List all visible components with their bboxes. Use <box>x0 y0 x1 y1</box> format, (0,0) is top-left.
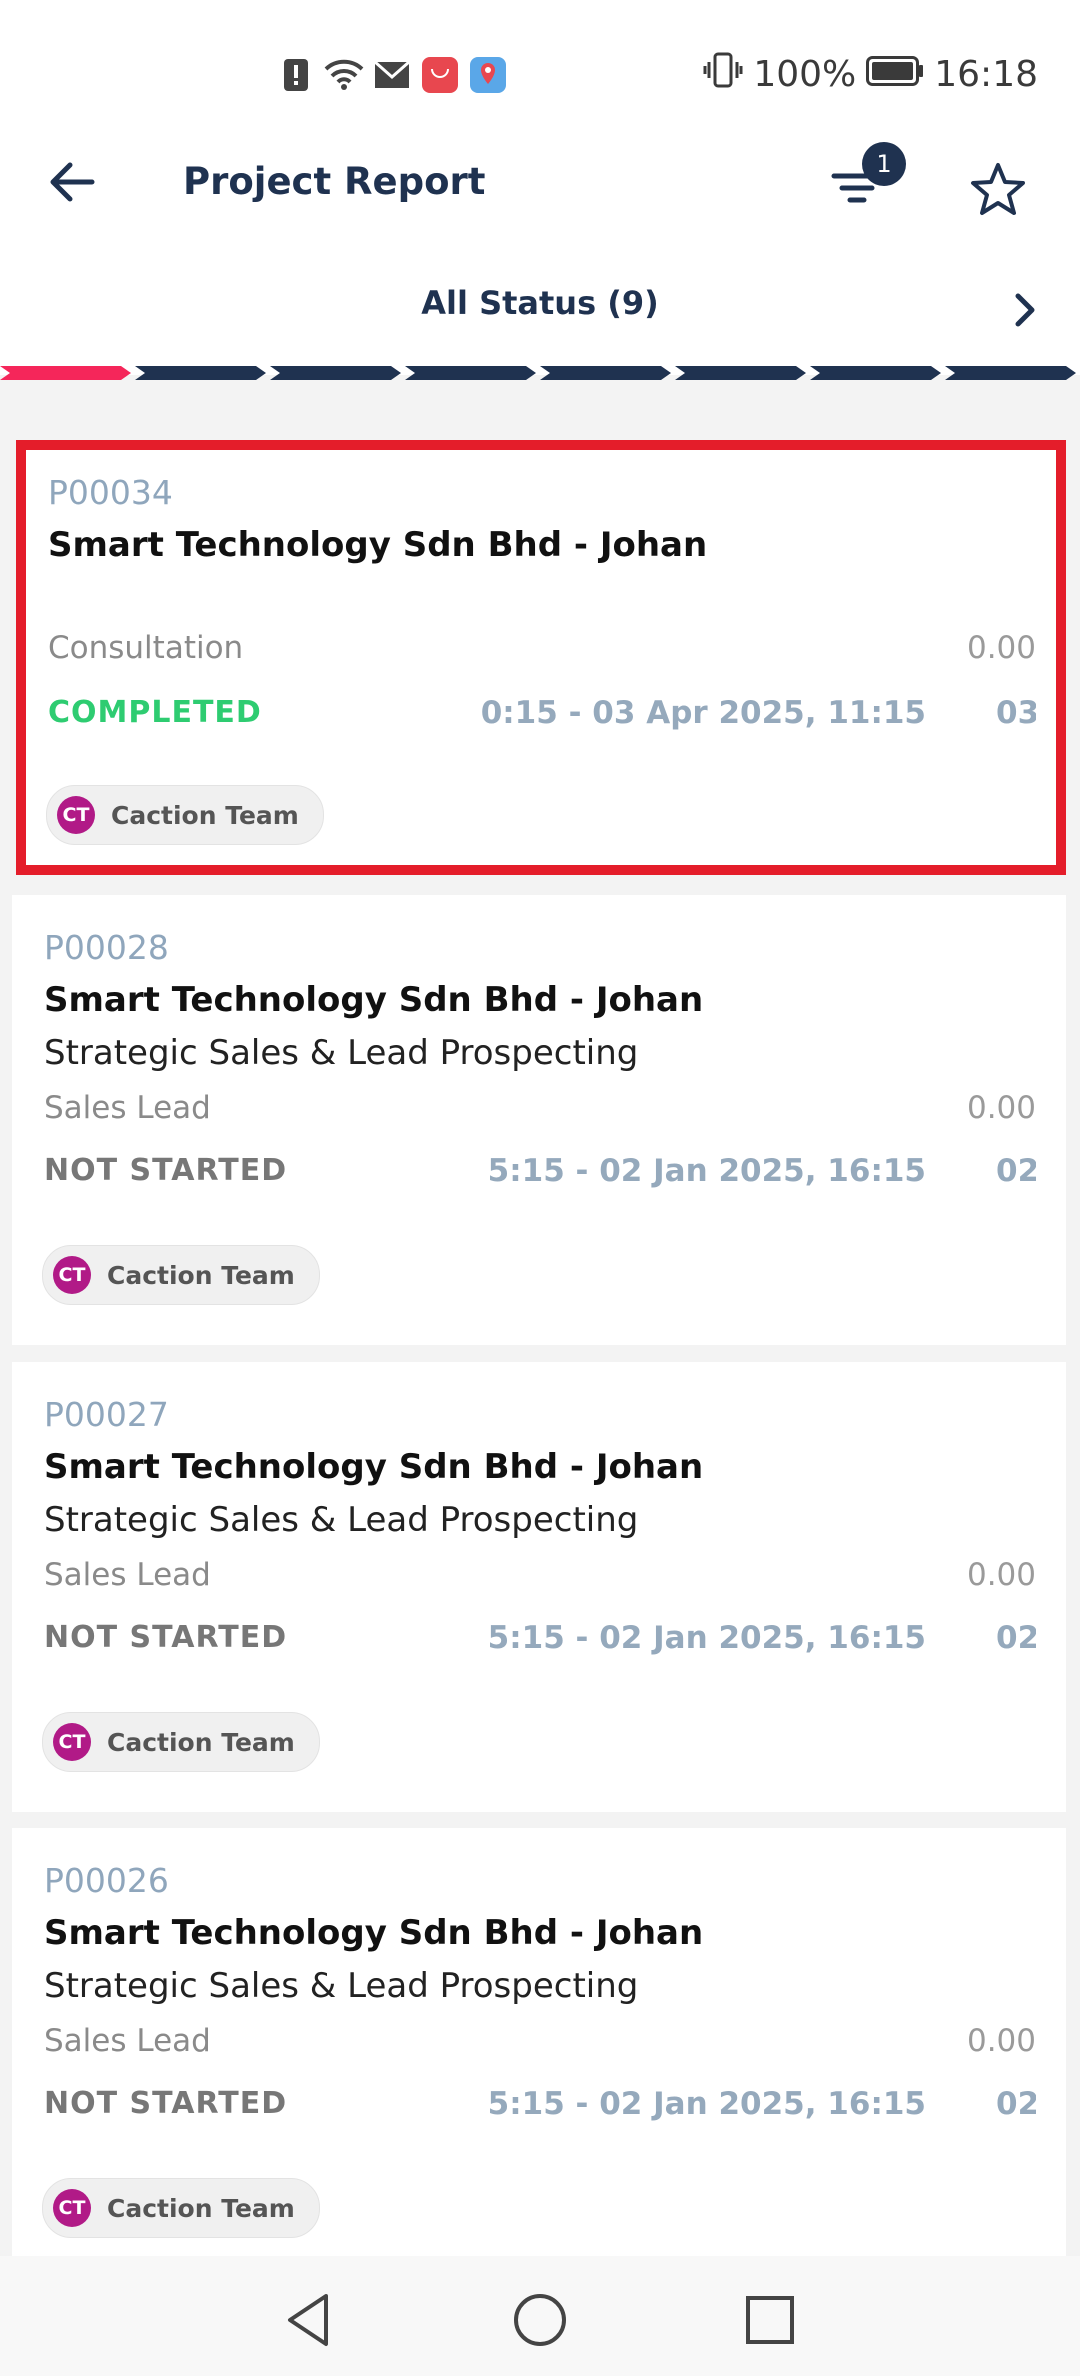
recents-square-icon <box>746 2296 794 2344</box>
chevron-right-icon <box>1015 293 1035 327</box>
project-client: Smart Technology Sdn Bhd - Johan <box>44 980 704 1020</box>
project-time: 5:15 - 02 Jan 2025, 16:15 <box>487 1620 926 1656</box>
project-card[interactable]: P00026 Smart Technology Sdn Bhd - Johan … <box>12 1828 1066 2258</box>
nav-recents-button[interactable] <box>740 2290 800 2350</box>
progress-segment <box>540 366 671 380</box>
progress-segment <box>945 366 1076 380</box>
progress-segment <box>270 366 401 380</box>
avatar: CT <box>53 1256 91 1294</box>
avatar: CT <box>53 1723 91 1761</box>
project-card[interactable]: P00034 Smart Technology Sdn Bhd - Johan … <box>16 440 1066 875</box>
project-client: Smart Technology Sdn Bhd - Johan <box>44 1447 704 1487</box>
progress-segment <box>135 366 266 380</box>
team-chip[interactable]: CT Caction Team <box>46 785 324 845</box>
alert-icon <box>276 55 316 95</box>
project-description: Strategic Sales & Lead Prospecting <box>44 1966 639 2006</box>
project-value: 0.00 <box>966 2023 1036 2059</box>
arrow-left-icon <box>50 162 95 202</box>
project-type: Consultation <box>48 630 244 666</box>
avatar: CT <box>53 2189 91 2227</box>
project-value: 0.00 <box>966 1090 1036 1126</box>
battery-icon <box>866 54 924 95</box>
project-value: 0.00 <box>966 630 1036 666</box>
project-client: Smart Technology Sdn Bhd - Johan <box>48 525 708 565</box>
nav-back-button[interactable] <box>280 2290 340 2350</box>
team-name: Caction Team <box>111 800 299 830</box>
project-card[interactable]: P00028 Smart Technology Sdn Bhd - Johan … <box>12 895 1066 1345</box>
progress-segment <box>810 366 941 380</box>
team-chip[interactable]: CT Caction Team <box>42 1245 320 1305</box>
filter-count-badge: 1 <box>862 142 906 186</box>
back-button[interactable] <box>40 150 104 214</box>
progress-segment <box>405 366 536 380</box>
mail-icon <box>372 55 412 95</box>
project-id: P00034 <box>48 473 173 512</box>
project-time: 5:15 - 02 Jan 2025, 16:15 <box>487 2086 926 2122</box>
vibrate-icon <box>703 52 743 97</box>
team-name: Caction Team <box>107 1260 295 1290</box>
app-header <box>0 150 1080 375</box>
next-status-button[interactable] <box>1010 290 1050 330</box>
huawei-app-icon <box>420 55 460 95</box>
project-time-overflow: 03 <box>996 695 1036 731</box>
battery-percent: 100% <box>753 54 857 95</box>
project-time: 0:15 - 03 Apr 2025, 11:15 <box>480 695 926 731</box>
project-status: COMPLETED <box>48 695 262 730</box>
star-icon <box>971 163 1025 215</box>
project-time-overflow: 02 <box>996 1153 1036 1189</box>
project-id: P00027 <box>44 1395 169 1434</box>
project-id: P00026 <box>44 1861 169 1900</box>
project-time-overflow: 02 <box>996 1620 1036 1656</box>
team-chip[interactable]: CT Caction Team <box>42 1712 320 1772</box>
project-description: Strategic Sales & Lead Prospecting <box>44 1033 639 1073</box>
project-status: NOT STARTED <box>44 1620 288 1655</box>
maps-icon <box>468 55 508 95</box>
project-type: Sales Lead <box>44 1557 211 1593</box>
nav-home-button[interactable] <box>510 2290 570 2350</box>
project-card[interactable]: P00027 Smart Technology Sdn Bhd - Johan … <box>12 1362 1066 1812</box>
team-name: Caction Team <box>107 2193 295 2223</box>
project-status: NOT STARTED <box>44 1153 288 1188</box>
avatar: CT <box>57 796 95 834</box>
team-chip[interactable]: CT Caction Team <box>42 2178 320 2238</box>
clock: 16:18 <box>934 54 1038 95</box>
project-status: NOT STARTED <box>44 2086 288 2121</box>
status-filter-label[interactable]: All Status (9) <box>0 284 1080 322</box>
project-id: P00028 <box>44 928 169 967</box>
project-client: Smart Technology Sdn Bhd - Johan <box>44 1913 704 1953</box>
project-time-overflow: 02 <box>996 2086 1036 2122</box>
project-type: Sales Lead <box>44 1090 211 1126</box>
wifi-icon <box>324 55 364 95</box>
status-progress-bar <box>0 366 1076 380</box>
team-name: Caction Team <box>107 1727 295 1757</box>
back-triangle-icon <box>288 2294 328 2346</box>
project-time: 5:15 - 02 Jan 2025, 16:15 <box>487 1153 926 1189</box>
project-description: Strategic Sales & Lead Prospecting <box>44 1500 639 1540</box>
status-bar: 100% 16:18 <box>0 0 1080 150</box>
project-value: 0.00 <box>966 1557 1036 1593</box>
progress-segment <box>675 366 806 380</box>
project-type: Sales Lead <box>44 2023 211 2059</box>
favorite-button[interactable] <box>968 160 1032 224</box>
page-title: Project Report <box>183 160 486 203</box>
home-circle-icon <box>514 2294 566 2346</box>
progress-segment <box>0 366 131 380</box>
